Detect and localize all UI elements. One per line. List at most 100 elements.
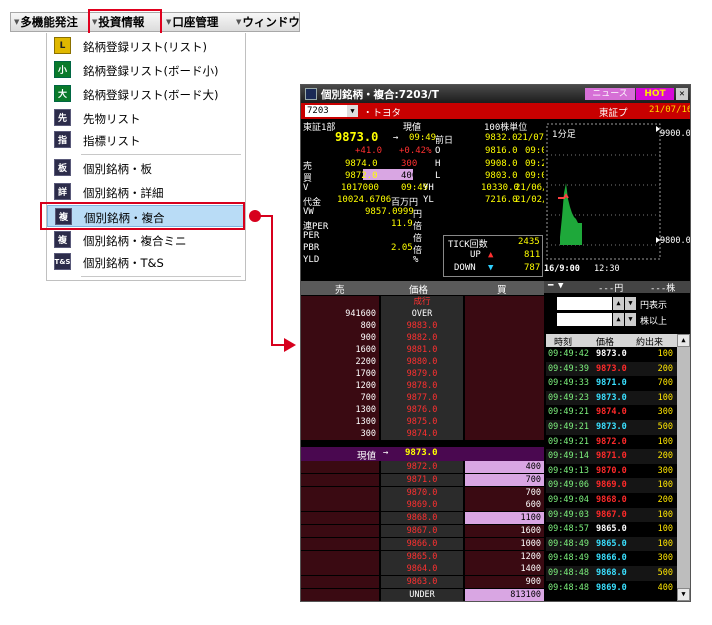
scroll-down-icon[interactable]: ▼ xyxy=(677,588,690,601)
bid-price[interactable]: 9871.0 xyxy=(381,473,463,486)
timesales-scrollbar[interactable]: ▲ ▼ xyxy=(677,334,690,601)
bid-qty[interactable]: 700 xyxy=(465,473,544,486)
ask-cell[interactable] xyxy=(301,486,379,499)
filter-icon[interactable]: ▼ xyxy=(558,281,563,291)
bid-price[interactable]: 9870.0 xyxy=(381,486,463,499)
ask-qty[interactable]: 300 xyxy=(301,428,379,440)
ask-qty[interactable]: 1700 xyxy=(301,368,379,380)
qty-filter-input[interactable] xyxy=(557,313,612,326)
bid-cell[interactable] xyxy=(465,320,544,332)
bid-qty[interactable]: 1600 xyxy=(465,525,544,537)
ask-price[interactable]: 9877.0 xyxy=(381,392,463,404)
bid-qty[interactable]: 1000 xyxy=(465,537,544,550)
ask-qty[interactable]: 2200 xyxy=(301,356,379,368)
ask-cell[interactable] xyxy=(301,461,379,473)
bid-qty[interactable]: 1400 xyxy=(465,563,544,576)
bid-price[interactable]: 9867.0 xyxy=(381,525,463,537)
over-label[interactable]: OVER xyxy=(381,308,463,320)
ask-cell[interactable] xyxy=(301,537,379,550)
hot-button[interactable]: HOT xyxy=(636,88,674,100)
ask-qty[interactable]: 1200 xyxy=(301,380,379,392)
menu-window[interactable]: ▼ ウィンドウ xyxy=(233,13,300,31)
bid-qty[interactable]: 1100 xyxy=(465,512,544,525)
bid-cell[interactable] xyxy=(465,368,544,380)
bid-price[interactable]: 9865.0 xyxy=(381,550,463,563)
menu-multi-order[interactable]: ▼ 多機能発注 xyxy=(11,13,89,31)
ask-cell[interactable] xyxy=(301,473,379,486)
ask-cell[interactable] xyxy=(301,576,379,589)
ask-price[interactable]: 9875.0 xyxy=(381,416,463,428)
bid-cell[interactable] xyxy=(465,392,544,404)
menu-item-composite-mini[interactable]: 複 個別銘柄・複合ミニ xyxy=(47,229,245,251)
chevron-down-icon[interactable]: ▼ xyxy=(625,313,636,326)
bid-cell[interactable] xyxy=(465,344,544,356)
ask-cell[interactable] xyxy=(301,499,379,512)
ask-over-qty[interactable]: 941600 xyxy=(301,308,379,320)
menu-investment-info[interactable]: ▼ 投資情報 xyxy=(89,13,163,31)
bid-cell[interactable] xyxy=(465,380,544,392)
ask-qty[interactable]: 800 xyxy=(301,320,379,332)
news-button[interactable]: ニュース xyxy=(585,88,635,100)
menu-item-board[interactable]: 板 個別銘柄・板 xyxy=(47,157,245,179)
menu-item-list[interactable]: L 銘柄登録リスト(リスト) xyxy=(47,35,245,57)
bid-cell[interactable] xyxy=(465,428,544,440)
ask-price[interactable]: 9880.0 xyxy=(381,356,463,368)
orderbook-row: 9867.0 1600 xyxy=(301,525,544,537)
ask-qty[interactable]: 700 xyxy=(301,392,379,404)
ask-qty[interactable]: 1300 xyxy=(301,416,379,428)
minus-icon[interactable]: ━ xyxy=(548,281,553,291)
ask-price[interactable]: 9878.0 xyxy=(381,380,463,392)
chevron-down-icon[interactable]: ▼ xyxy=(347,105,358,117)
ask-cell[interactable] xyxy=(301,525,379,537)
ask-price[interactable]: 9883.0 xyxy=(381,320,463,332)
ask-price[interactable]: 9874.0 xyxy=(381,428,463,440)
bid-cell[interactable] xyxy=(465,356,544,368)
bid-qty[interactable]: 400 xyxy=(465,461,544,473)
bid-under-qty[interactable]: 813100 xyxy=(465,589,544,601)
ask-qty[interactable]: 1600 xyxy=(301,344,379,356)
menu-item-board-large[interactable]: 大 銘柄登録リスト(ボード大) xyxy=(47,83,245,105)
menu-item-futures[interactable]: 先 先物リスト xyxy=(47,107,245,129)
ask-cell[interactable] xyxy=(301,296,379,308)
menu-item-ts[interactable]: T&S 個別銘柄・T&S xyxy=(47,251,245,273)
bid-cell[interactable] xyxy=(465,296,544,308)
market-order-label[interactable]: 成行 xyxy=(381,296,463,308)
bid-price[interactable]: 9864.0 xyxy=(381,563,463,576)
bid-price[interactable]: 9868.0 xyxy=(381,512,463,525)
ask-price[interactable]: 9879.0 xyxy=(381,368,463,380)
menu-item-composite[interactable]: 複 個別銘柄・複合 xyxy=(47,205,245,227)
menu-item-index[interactable]: 指 指標リスト xyxy=(47,129,245,151)
chevron-up-icon[interactable]: ▲ xyxy=(613,313,624,326)
bid-cell[interactable] xyxy=(465,416,544,428)
ask-price[interactable]: 9882.0 xyxy=(381,332,463,344)
bid-cell[interactable] xyxy=(465,308,544,320)
bid-price[interactable]: 9869.0 xyxy=(381,499,463,512)
bid-qty[interactable]: 900 xyxy=(465,576,544,589)
bid-price[interactable]: 9872.0 xyxy=(381,461,463,473)
scroll-up-icon[interactable]: ▲ xyxy=(677,334,690,347)
chevron-down-icon[interactable]: ▼ xyxy=(625,297,636,310)
ask-qty[interactable]: 1300 xyxy=(301,404,379,416)
ask-cell[interactable] xyxy=(301,550,379,563)
bid-price[interactable]: 9866.0 xyxy=(381,537,463,550)
ask-price[interactable]: 9881.0 xyxy=(381,344,463,356)
ask-qty[interactable]: 900 xyxy=(301,332,379,344)
ask-cell[interactable] xyxy=(301,512,379,525)
chevron-up-icon[interactable]: ▲ xyxy=(613,297,624,310)
menu-account[interactable]: ▼ 口座管理 xyxy=(163,13,233,31)
ask-cell[interactable] xyxy=(301,589,379,601)
close-icon[interactable]: ✕ xyxy=(676,88,688,100)
menu-item-detail[interactable]: 詳 個別銘柄・詳細 xyxy=(47,181,245,203)
bid-qty[interactable]: 600 xyxy=(465,499,544,512)
under-label[interactable]: UNDER xyxy=(381,589,463,601)
bid-cell[interactable] xyxy=(465,404,544,416)
bid-cell[interactable] xyxy=(465,332,544,344)
symbol-code-input[interactable]: 7203 xyxy=(305,105,347,117)
bid-qty[interactable]: 700 xyxy=(465,486,544,499)
ask-cell[interactable] xyxy=(301,563,379,576)
bid-qty[interactable]: 1200 xyxy=(465,550,544,563)
bid-price[interactable]: 9863.0 xyxy=(381,576,463,589)
ask-price[interactable]: 9876.0 xyxy=(381,404,463,416)
price-filter-input[interactable] xyxy=(557,297,612,310)
menu-item-board-small[interactable]: 小 銘柄登録リスト(ボード小) xyxy=(47,59,245,81)
